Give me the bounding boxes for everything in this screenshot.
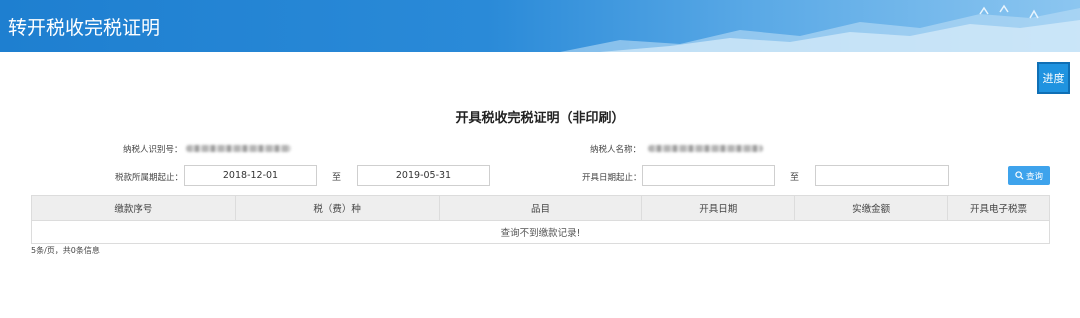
col-item: 品目 <box>438 195 643 221</box>
issue-date-label: 开具日期起止： <box>582 173 642 183</box>
table-empty-row: 查询不到缴款记录! <box>31 220 1050 244</box>
taxpayer-id-value-redacted <box>186 145 291 152</box>
tax-period-label: 税款所属期起止： <box>115 173 184 183</box>
issue-date-start-input[interactable] <box>642 165 775 186</box>
app-title: 转开税收完税证明 <box>8 17 161 39</box>
app-header: 转开税收完税证明 <box>0 0 1080 52</box>
tax-period-separator: 至 <box>332 173 342 183</box>
taxpayer-id-label: 纳税人识别号： <box>123 145 183 155</box>
great-wall-decoration <box>560 4 1080 52</box>
issue-date-separator: 至 <box>790 173 800 183</box>
taxpayer-name-value-redacted <box>648 145 763 152</box>
empty-message: 查询不到缴款记录! <box>31 220 1050 244</box>
col-payment-serial: 缴款序号 <box>31 195 236 221</box>
issue-date-end-input[interactable] <box>815 165 949 186</box>
search-icon <box>1015 171 1024 180</box>
page-title: 开具税收完税证明（非印刷） <box>455 111 625 126</box>
payment-records-table: 缴款序号 税（费）种 品目 开具日期 实缴金额 开具电子税票 查询不到缴款记录! <box>31 195 1050 244</box>
col-e-tax-receipt: 开具电子税票 <box>947 195 1050 221</box>
tax-period-end-input[interactable]: 2019-05-31 <box>357 165 490 186</box>
col-paid-amount: 实缴金额 <box>794 195 949 221</box>
pagination-info: 5条/页，共0条信息 <box>31 246 100 255</box>
table-header-row: 缴款序号 税（费）种 品目 开具日期 实缴金额 开具电子税票 <box>31 195 1050 221</box>
taxpayer-name-label: 纳税人名称： <box>590 145 642 155</box>
col-tax-type: 税（费）种 <box>234 195 440 221</box>
query-button[interactable]: 查询 <box>1008 166 1050 185</box>
tax-period-start-input[interactable]: 2018-12-01 <box>184 165 317 186</box>
col-issue-date: 开具日期 <box>641 195 796 221</box>
query-button-label: 查询 <box>1025 171 1043 182</box>
progress-button[interactable]: 进度 <box>1037 62 1070 94</box>
